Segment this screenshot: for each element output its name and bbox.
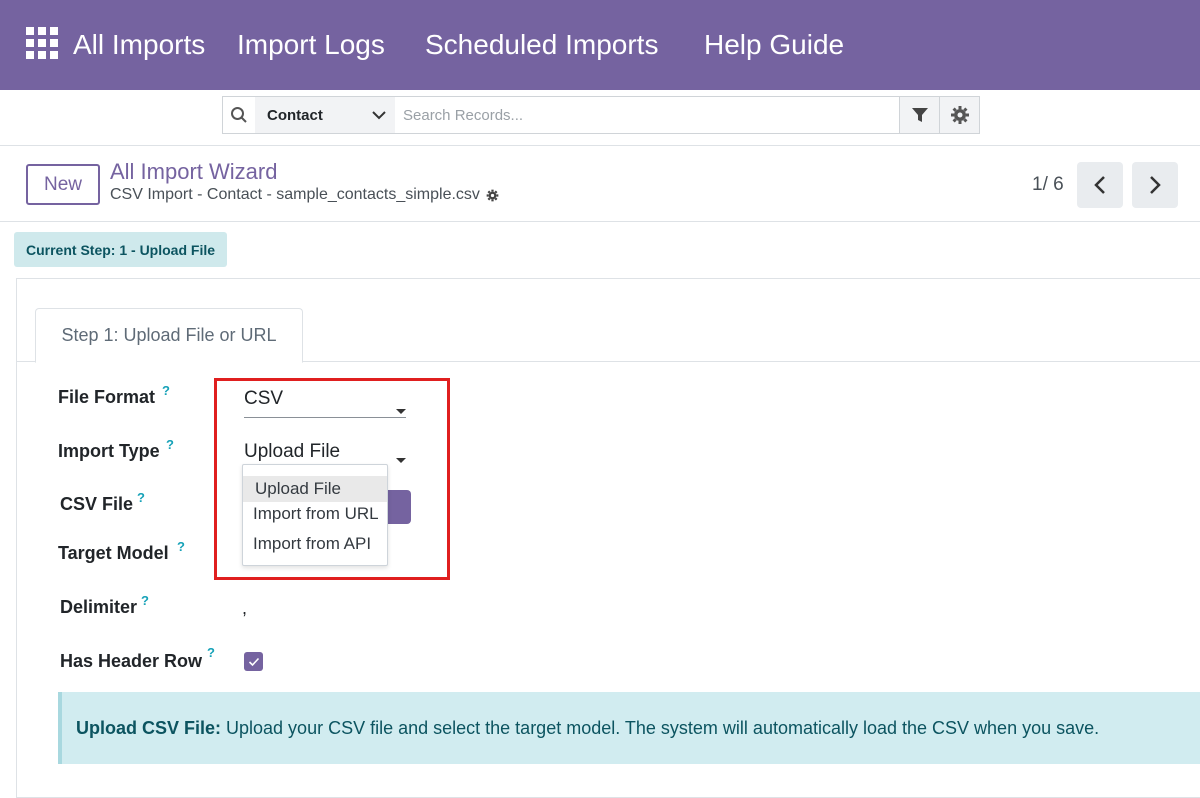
file-format-help[interactable]: ? (162, 383, 170, 398)
pager-value: 1/ 6 (1032, 174, 1064, 195)
record-name: CSV Import - Contact - sample_contacts_s… (110, 186, 480, 203)
nav-all-imports[interactable]: All Imports (73, 28, 205, 62)
alert-title: Upload CSV File: (76, 717, 222, 738)
top-navbar: All Imports Import Logs Scheduled Import… (0, 0, 1200, 90)
target-model-label: Target Model (58, 543, 169, 563)
grid-icon[interactable] (26, 27, 58, 59)
csv-file-label: CSV File (60, 494, 134, 514)
breadcrumb-subtitle: CSV Import - Contact - sample_contacts_s… (110, 186, 499, 204)
nav-scheduled-imports[interactable]: Scheduled Imports (425, 28, 658, 62)
alert-text: Upload your CSV file and select the targ… (226, 717, 1100, 738)
settings-button[interactable] (939, 97, 979, 133)
chevron-down-icon (372, 111, 386, 120)
model-select-value: Contact (267, 106, 323, 124)
search-icon (223, 97, 255, 133)
search-row: Contact (0, 90, 1200, 146)
new-button[interactable]: New (26, 164, 100, 205)
import-type-label: Import Type (58, 441, 160, 461)
target-model-help[interactable]: ? (177, 539, 185, 554)
filter-icon (911, 108, 928, 122)
filter-button[interactable] (899, 97, 939, 133)
step-badge: Current Step: 1 - Upload File (14, 232, 227, 267)
breadcrumb-title[interactable]: All Import Wizard (110, 159, 277, 185)
file-format-label: File Format (58, 387, 156, 407)
nav-help-guide[interactable]: Help Guide (704, 28, 844, 62)
previous-button[interactable] (1077, 162, 1123, 208)
header-row-help[interactable]: ? (207, 645, 215, 660)
header-row-label: Has Header Row (60, 651, 203, 671)
tab-step-1[interactable]: Step 1: Upload File or URL (35, 308, 303, 363)
info-alert: Upload CSV File: Upload your CSV file an… (58, 692, 1200, 764)
delimiter-help[interactable]: ? (141, 593, 149, 608)
delimiter-value[interactable]: , (242, 598, 247, 619)
import-type-help[interactable]: ? (166, 437, 174, 452)
search-box: Contact (222, 96, 980, 134)
search-input[interactable] (395, 97, 899, 133)
chevron-left-icon (1094, 176, 1105, 194)
next-button[interactable] (1132, 162, 1178, 208)
check-icon (248, 657, 259, 666)
nav-import-logs[interactable]: Import Logs (237, 28, 385, 62)
gear-icon (950, 106, 969, 124)
control-panel: New All Import Wizard CSV Import - Conta… (0, 146, 1200, 222)
gear-icon[interactable] (486, 189, 499, 202)
delimiter-label: Delimiter (60, 597, 138, 617)
highlight-box (214, 378, 450, 580)
chevron-right-icon (1150, 176, 1161, 194)
model-select[interactable]: Contact (255, 97, 395, 133)
header-row-checkbox[interactable] (244, 652, 263, 671)
csv-file-help[interactable]: ? (137, 490, 145, 505)
